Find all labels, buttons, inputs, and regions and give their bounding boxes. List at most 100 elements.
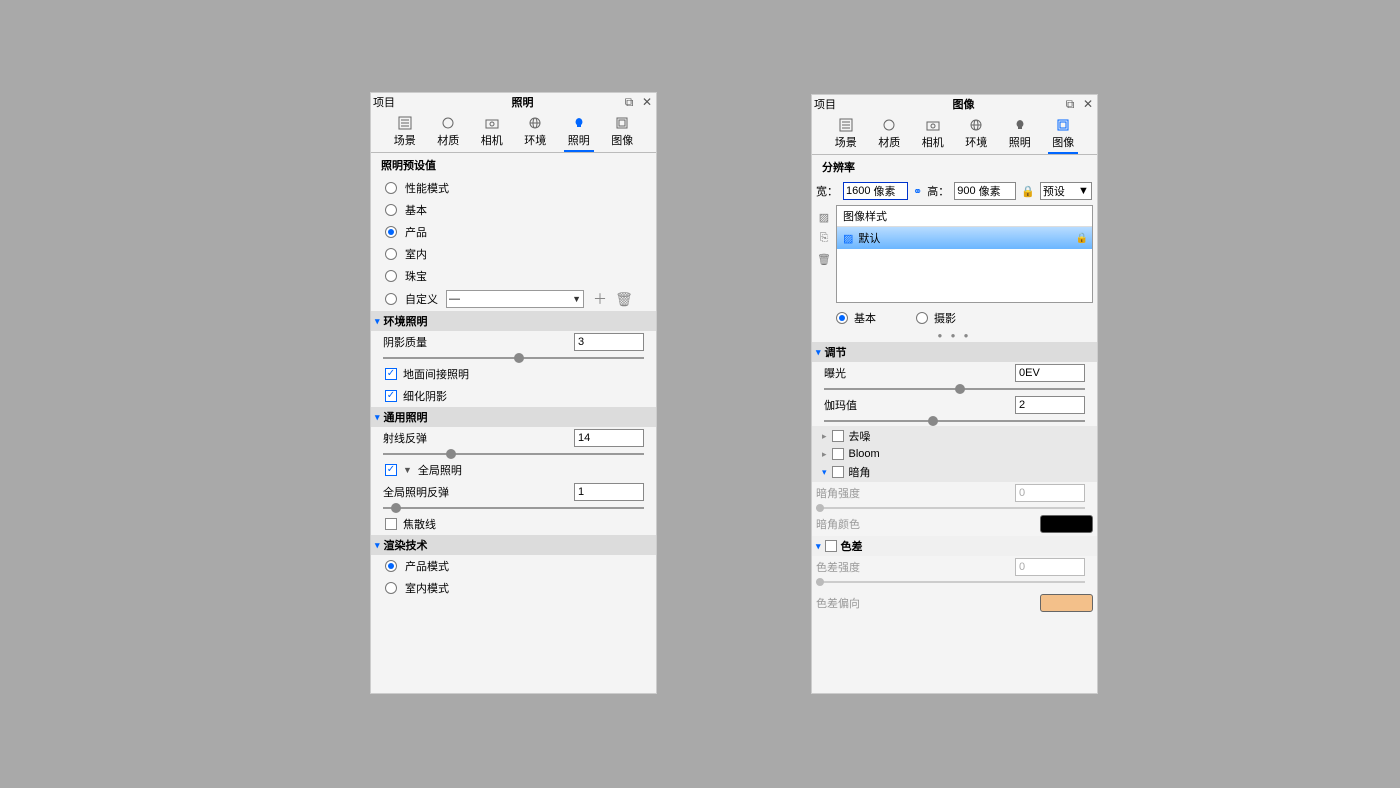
expand-triangle-icon: ▼ <box>403 465 412 475</box>
vignette-color-label: 暗角颜色 <box>816 516 860 532</box>
title-left: 项目 <box>814 96 864 112</box>
radio-icon <box>385 226 397 238</box>
render-interior-mode[interactable]: 室内模式 <box>371 577 656 599</box>
exposure-slider[interactable] <box>824 388 1085 390</box>
delete-preset-button[interactable]: 🗑 <box>616 291 632 307</box>
image-panel: 项目 图像 ⧉ ✕ 场景 材质 相机 环境 照明 图像 分辨率 宽： 1600 … <box>811 94 1098 694</box>
tab-scene[interactable]: 场景 <box>831 115 861 154</box>
lock-icon[interactable]: 🔒 <box>1021 185 1035 198</box>
slider-thumb[interactable] <box>391 503 401 513</box>
preset-interior[interactable]: 室内 <box>371 243 656 265</box>
preset-jewelry[interactable]: 珠宝 <box>371 265 656 287</box>
height-input[interactable]: 900 像素 <box>954 182 1016 200</box>
tab-bar: 场景 材质 相机 环境 照明 图像 <box>812 113 1097 155</box>
link-icon[interactable]: ⚭ <box>913 185 922 198</box>
vignette-color-swatch[interactable] <box>1040 515 1093 533</box>
general-lighting-section[interactable]: ▾通用照明 <box>371 407 656 427</box>
preset-basic[interactable]: 基本 <box>371 199 656 221</box>
checkbox-icon[interactable] <box>832 466 844 478</box>
style-copy-icon[interactable]: ⎘ <box>820 232 829 245</box>
vignette-strength-row: 暗角强度0 <box>812 482 1097 509</box>
chevron-down-icon: ▾ <box>375 540 380 551</box>
tab-material[interactable]: 材质 <box>433 113 463 152</box>
panel-content: 分辨率 宽： 1600 像素 ⚭ 高： 900 像素 🔒 预设▼ ▨ ⎘ 🗑 图… <box>812 155 1097 693</box>
global-illumination-check[interactable]: ▼全局照明 <box>371 459 656 481</box>
tab-material[interactable]: 材质 <box>874 115 904 154</box>
style-new-icon[interactable]: ▨ <box>819 211 829 224</box>
vignette-strength-label: 暗角强度 <box>816 485 860 501</box>
detach-icon[interactable]: ⧉ <box>622 95 636 109</box>
vignette-color-row: 暗角颜色 <box>812 512 1097 536</box>
chrom-ab-bias-row: 色差偏向 <box>812 591 1097 615</box>
image-icon <box>614 115 630 131</box>
tab-lighting[interactable]: 照明 <box>1005 115 1035 154</box>
shadow-quality-label: 阴影质量 <box>383 334 427 350</box>
bulb-icon <box>571 115 587 131</box>
resolution-preset-select[interactable]: 预设▼ <box>1040 182 1092 200</box>
tab-image[interactable]: 图像 <box>1048 115 1078 154</box>
lighting-panel: 项目 照明 ⧉ ✕ 场景 材质 相机 环境 照明 图像 照明预设值 性能模式 基… <box>370 92 657 694</box>
shadow-quality-slider[interactable] <box>383 357 644 359</box>
slider-thumb[interactable] <box>955 384 965 394</box>
height-label: 高： <box>927 183 949 199</box>
close-icon[interactable]: ✕ <box>1081 97 1095 111</box>
resolution-row: 宽： 1600 像素 ⚭ 高： 900 像素 🔒 预设▼ <box>812 179 1097 203</box>
vignette-row[interactable]: ▾暗角 <box>812 462 1097 482</box>
width-input[interactable]: 1600 像素 <box>843 182 908 200</box>
lock-icon: 🔒 <box>1076 233 1088 244</box>
ray-bounce-slider[interactable] <box>383 453 644 455</box>
checkbox-icon[interactable] <box>832 448 844 460</box>
slider-thumb[interactable] <box>446 449 456 459</box>
bloom-row[interactable]: ▸Bloom <box>812 446 1097 462</box>
material-icon <box>440 115 456 131</box>
tab-scene[interactable]: 场景 <box>390 113 420 152</box>
style-tools: ▨ ⎘ 🗑 <box>816 205 832 303</box>
panel-content: 照明预设值 性能模式 基本 产品 室内 珠宝 自定义 —▼ ＋ 🗑 ▾环境照明 … <box>371 153 656 693</box>
mode-basic[interactable]: 基本 <box>836 310 876 326</box>
tab-camera[interactable]: 相机 <box>477 113 507 152</box>
exposure-label: 曝光 <box>824 365 846 381</box>
tab-image[interactable]: 图像 <box>607 113 637 152</box>
caustics-check[interactable]: 焦散线 <box>371 513 656 535</box>
shadow-quality-row: 阴影质量 3 <box>371 331 656 359</box>
mode-photo[interactable]: 摄影 <box>916 310 956 326</box>
preset-custom-row: 自定义 —▼ ＋ 🗑 <box>371 287 656 311</box>
ground-indirect-check[interactable]: 地面间接照明 <box>371 363 656 385</box>
shadow-quality-input[interactable]: 3 <box>574 333 644 351</box>
gamma-slider[interactable] <box>824 420 1085 422</box>
slider-thumb[interactable] <box>514 353 524 363</box>
preset-performance[interactable]: 性能模式 <box>371 177 656 199</box>
radio-icon <box>385 270 397 282</box>
image-icon <box>1055 117 1071 133</box>
render-tech-section[interactable]: ▾渲染技术 <box>371 535 656 555</box>
gi-bounce-input[interactable]: 1 <box>574 483 644 501</box>
gamma-input[interactable]: 2 <box>1015 396 1085 414</box>
checkbox-icon[interactable] <box>825 540 837 552</box>
exposure-input[interactable]: 0EV <box>1015 364 1085 382</box>
add-preset-button[interactable]: ＋ <box>592 291 608 307</box>
adjust-section[interactable]: ▾调节 <box>812 342 1097 362</box>
denoise-row[interactable]: ▸去噪 <box>812 426 1097 446</box>
close-icon[interactable]: ✕ <box>640 95 654 109</box>
chrom-ab-bias-swatch[interactable] <box>1040 594 1093 612</box>
tab-environment[interactable]: 环境 <box>520 113 550 152</box>
slider-thumb[interactable] <box>928 416 938 426</box>
custom-preset-select[interactable]: —▼ <box>446 290 584 308</box>
detach-icon[interactable]: ⧉ <box>1063 97 1077 111</box>
tab-environment[interactable]: 环境 <box>961 115 991 154</box>
gi-bounce-slider[interactable] <box>383 507 644 509</box>
ray-bounce-input[interactable]: 14 <box>574 429 644 447</box>
checkbox-icon[interactable] <box>832 430 844 442</box>
tab-lighting[interactable]: 照明 <box>564 113 594 152</box>
tab-camera[interactable]: 相机 <box>918 115 948 154</box>
style-delete-icon[interactable]: 🗑 <box>817 253 831 266</box>
preset-product[interactable]: 产品 <box>371 221 656 243</box>
panel-titlebar: 项目 照明 ⧉ ✕ <box>371 93 656 111</box>
env-lighting-section[interactable]: ▾环境照明 <box>371 311 656 331</box>
refine-shadows-check[interactable]: 细化阴影 <box>371 385 656 407</box>
chromatic-aberration-section[interactable]: ▾色差 <box>812 536 1097 556</box>
style-item-default[interactable]: ▨ 默认 🔒 <box>837 227 1092 249</box>
radio-icon[interactable] <box>385 293 397 305</box>
title-left: 项目 <box>373 94 423 110</box>
render-product-mode[interactable]: 产品模式 <box>371 555 656 577</box>
